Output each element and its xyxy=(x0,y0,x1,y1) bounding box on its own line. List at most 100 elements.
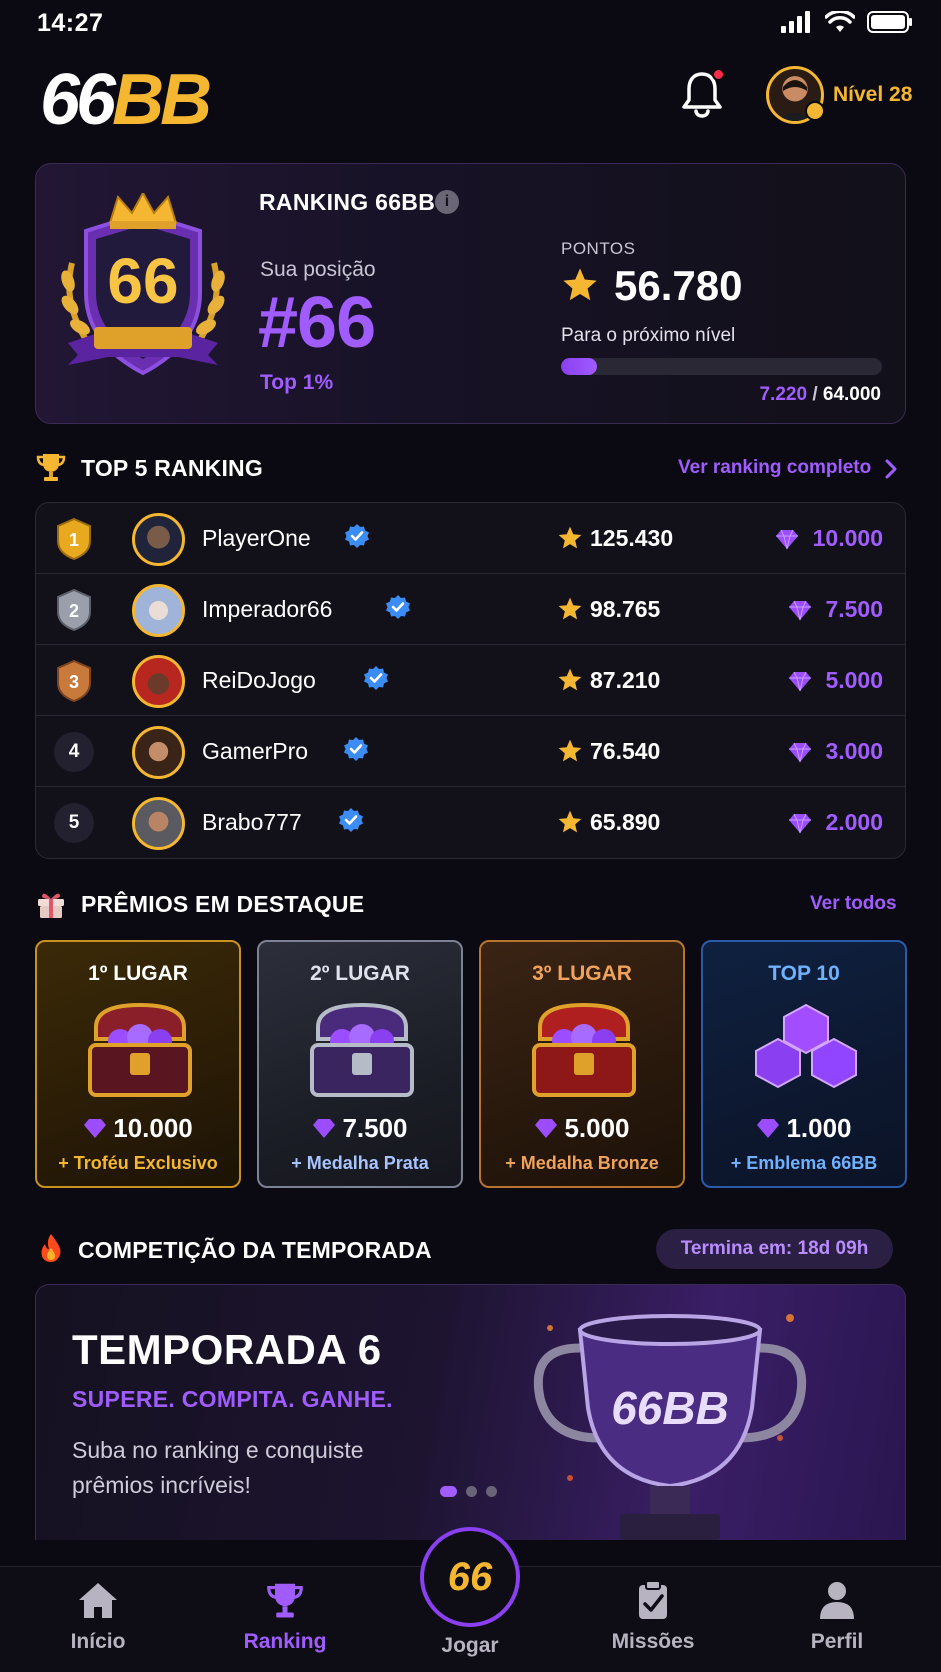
player-gems: 5.000 xyxy=(825,667,883,693)
player-points: 65.890 xyxy=(590,809,661,835)
progress-current: 7.220 xyxy=(759,384,808,405)
nav-label: Início xyxy=(70,1630,126,1653)
carousel-dots xyxy=(440,1486,497,1497)
player-name[interactable]: ReiDoJogo xyxy=(202,667,316,694)
logo-part2: BB xyxy=(112,60,212,140)
medal-rank: 3 xyxy=(69,672,79,692)
player-gems: 10.000 xyxy=(812,525,883,551)
carousel-dot[interactable] xyxy=(440,1486,457,1497)
gem-icon xyxy=(789,671,811,692)
player-gems: 7.500 xyxy=(825,596,883,622)
avatar[interactable] xyxy=(132,513,185,566)
avatar[interactable] xyxy=(132,584,185,637)
nav-label: Perfil xyxy=(810,1630,864,1653)
nav-perfil[interactable]: Perfil xyxy=(777,1580,897,1654)
avatar-level-badge xyxy=(805,101,825,121)
season-section-title: COMPETIÇÃO DA TEMPORADA xyxy=(78,1237,432,1263)
info-icon[interactable]: i xyxy=(435,190,459,214)
prize-title: 1º LUGAR xyxy=(88,962,188,985)
player-name[interactable]: Imperador66 xyxy=(202,596,332,623)
progress-target: 64.000 xyxy=(822,384,881,405)
trophy-icon: 66BB xyxy=(533,1314,807,1540)
status-time: 14:27 xyxy=(37,9,104,37)
play-button[interactable]: 66 xyxy=(420,1527,520,1627)
player-name[interactable]: GamerPro xyxy=(202,738,308,765)
clipboard-check-icon xyxy=(639,1580,667,1619)
trophy-icon xyxy=(36,454,66,481)
progress-text: 7.220 / 64.000 xyxy=(759,384,881,406)
carousel-dot[interactable] xyxy=(466,1486,477,1497)
gift-icon xyxy=(38,893,64,918)
position-label: Sua posição xyxy=(260,258,376,281)
player-name[interactable]: Brabo777 xyxy=(202,809,302,836)
gem-icon xyxy=(789,600,811,621)
player-name[interactable]: PlayerOne xyxy=(202,525,311,552)
gem-icon xyxy=(789,742,811,763)
season-tagline: SUPERE. COMPITA. GANHE. xyxy=(72,1386,393,1412)
top5-table: 1 PlayerOne 125.430 10.000 2 Imperador66… xyxy=(35,502,906,859)
carousel-dot[interactable] xyxy=(486,1486,497,1497)
table-row[interactable]: 5 Brabo777 65.890 2.000 xyxy=(36,787,905,858)
treasure-chest-icon xyxy=(532,1002,636,1097)
avatar[interactable] xyxy=(132,655,185,708)
view-full-ranking-link[interactable]: Ver ranking completo xyxy=(678,457,871,479)
app-logo[interactable]: 66BB xyxy=(40,58,212,142)
position-value: #66 xyxy=(258,283,376,363)
avatar[interactable] xyxy=(132,797,185,850)
prize-amount-value: 1.000 xyxy=(786,1113,852,1143)
table-row[interactable]: 4 GamerPro 76.540 3.000 xyxy=(36,716,905,787)
gold-medal-icon: 1 xyxy=(57,517,91,561)
prize-amount-value: 10.000 xyxy=(113,1113,193,1143)
season-title: TEMPORADA 6 xyxy=(72,1326,382,1373)
chevron-right-icon[interactable] xyxy=(884,459,898,479)
level-label[interactable]: Nível 28 xyxy=(833,83,912,107)
prize-amount: 1.000 xyxy=(703,1113,905,1144)
ranking-title: RANKING 66BB xyxy=(259,189,436,215)
wifi-icon xyxy=(825,11,855,32)
verified-icon xyxy=(345,524,369,548)
player-points: 98.765 xyxy=(590,596,661,622)
nav-inicio[interactable]: Início xyxy=(38,1580,158,1654)
prize-card-first[interactable]: 1º LUGAR 10.000 + Troféu Exclusivo xyxy=(35,940,241,1188)
level-progress-fill xyxy=(561,358,598,375)
play-badge: 66 xyxy=(447,1555,493,1599)
player-gems: 2.000 xyxy=(825,809,883,835)
avatar[interactable] xyxy=(132,726,185,779)
home-icon xyxy=(79,1583,117,1618)
gem-icon xyxy=(535,1119,558,1138)
table-row[interactable]: 1 PlayerOne 125.430 10.000 xyxy=(36,503,905,574)
top5-title: TOP 5 RANKING xyxy=(81,455,263,481)
prize-bonus: + Emblema 66BB xyxy=(730,1153,878,1173)
nav-label: Ranking xyxy=(243,1630,327,1653)
level-progress-bar xyxy=(561,358,882,375)
table-row[interactable]: 2 Imperador66 98.765 7.500 xyxy=(36,574,905,645)
user-icon xyxy=(820,1582,854,1619)
player-points: 76.540 xyxy=(590,738,661,764)
table-row[interactable]: 3 ReiDoJogo 87.210 5.000 xyxy=(36,645,905,716)
signal-icon xyxy=(781,11,810,33)
prize-title: 2º LUGAR xyxy=(310,962,410,985)
star-icon xyxy=(558,668,582,691)
prize-card-second[interactable]: 2º LUGAR 7.500 + Medalha Prata xyxy=(257,940,463,1188)
prize-card-top10[interactable]: TOP 10 1.000 + Emblema 66BB xyxy=(701,940,907,1188)
medal-rank: 2 xyxy=(69,601,79,621)
view-all-prizes-link[interactable]: Ver todos xyxy=(810,893,897,915)
prize-title: 3º LUGAR xyxy=(532,962,632,985)
player-gems: 3.000 xyxy=(825,738,883,764)
trophy-text: 66BB xyxy=(611,1382,729,1434)
nav-ranking[interactable]: Ranking xyxy=(225,1580,345,1654)
gem-icon xyxy=(757,1119,780,1138)
nav-missoes[interactable]: Missões xyxy=(593,1580,713,1654)
treasure-chest-icon xyxy=(310,1002,414,1097)
treasure-chest-icon xyxy=(88,1002,192,1097)
prize-bonus: + Troféu Exclusivo xyxy=(58,1153,218,1173)
prize-card-third[interactable]: 3º LUGAR 5.000 + Medalha Bronze xyxy=(479,940,685,1188)
top-percent: Top 1% xyxy=(260,371,334,394)
nav-label: Jogar xyxy=(441,1634,499,1657)
player-points: 125.430 xyxy=(590,525,674,551)
verified-icon xyxy=(386,595,410,619)
star-icon xyxy=(563,268,597,301)
prizes-title: PRÊMIOS EM DESTAQUE xyxy=(81,891,365,917)
rank-number: 4 xyxy=(54,732,94,772)
prize-amount: 5.000 xyxy=(481,1113,683,1144)
